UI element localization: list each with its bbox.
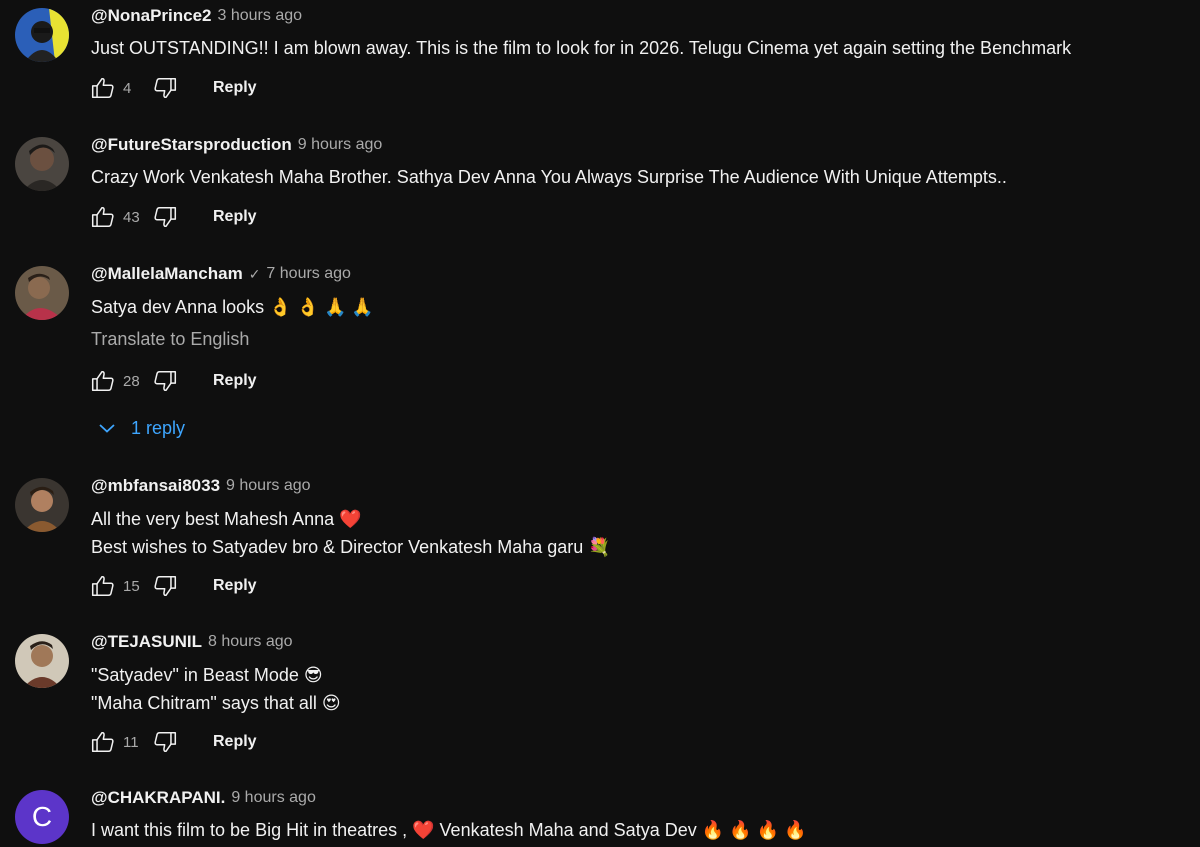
like-icon	[91, 370, 114, 391]
comment-time[interactable]: 9 hours ago	[226, 477, 311, 495]
author-name[interactable]: @NonaPrince2	[91, 6, 212, 26]
dislike-icon	[154, 207, 177, 228]
comment-header: @MallelaMancham ✓ 7 hours ago	[91, 262, 351, 286]
comment-time[interactable]: 3 hours ago	[218, 7, 303, 25]
comment-actions: 28 Reply	[89, 367, 257, 395]
like-button[interactable]	[89, 203, 117, 231]
author-name[interactable]: @CHAKRAPANI.	[91, 788, 225, 808]
comment-text: "Satyadev" in Beast Mode 😎 "Maha Chitram…	[91, 661, 341, 717]
comment-line: "Maha Chitram" says that all 😍	[91, 693, 341, 713]
reply-button[interactable]: Reply	[213, 733, 257, 751]
dislike-button[interactable]	[151, 572, 179, 600]
reply-button[interactable]: Reply	[213, 577, 257, 595]
comment-line: All the very best Mahesh Anna ❤️	[91, 509, 362, 529]
comment-text: I want this film to be Big Hit in theatr…	[91, 816, 806, 844]
comment-text: Crazy Work Venkatesh Maha Brother. Sathy…	[91, 163, 1007, 191]
comment-line: "Satyadev" in Beast Mode 😎	[91, 665, 323, 685]
comment-actions: 4 Reply	[89, 74, 257, 102]
comment-header: @TEJASUNIL 8 hours ago	[91, 630, 293, 654]
dislike-icon	[154, 78, 177, 99]
comment-item: @mbfansai8033 9 hours ago All the very b…	[0, 474, 1200, 609]
author-name[interactable]: @FutureStarsproduction	[91, 135, 292, 155]
comment-item: @NonaPrince2 3 hours ago Just OUTSTANDIN…	[0, 4, 1200, 114]
author-name[interactable]: @MallelaMancham	[91, 264, 243, 284]
reply-button[interactable]: Reply	[213, 208, 257, 226]
comment-item: @FutureStarsproduction 9 hours ago Crazy…	[0, 133, 1200, 243]
comment-text: Just OUTSTANDING!! I am blown away. This…	[91, 34, 1071, 62]
comment-time[interactable]: 7 hours ago	[266, 265, 351, 283]
comment-line: Crazy Work Venkatesh Maha Brother. Sathy…	[91, 167, 1007, 187]
comment-time[interactable]: 8 hours ago	[208, 633, 293, 651]
comment-line: I want this film to be Big Hit in theatr…	[91, 820, 807, 840]
comment-line: Just OUTSTANDING!! I am blown away. This…	[91, 38, 1072, 58]
avatar[interactable]	[15, 634, 69, 688]
comments-section: @NonaPrince2 3 hours ago Just OUTSTANDIN…	[0, 0, 1200, 847]
comment-time[interactable]: 9 hours ago	[231, 789, 316, 807]
comment-item: C @CHAKRAPANI. 9 hours ago I want this f…	[0, 786, 1200, 847]
author-name[interactable]: @TEJASUNIL	[91, 632, 202, 652]
comment-item: @MallelaMancham ✓ 7 hours ago Satya dev …	[0, 262, 1200, 452]
dislike-icon	[154, 576, 177, 597]
comment-time[interactable]: 9 hours ago	[298, 136, 383, 154]
like-button[interactable]	[89, 367, 117, 395]
view-replies-button[interactable]: 1 reply	[97, 414, 185, 442]
like-count: 15	[123, 577, 140, 595]
comment-line: Satya dev Anna looks 👌 👌 🙏 🙏	[91, 297, 374, 317]
comment-text: All the very best Mahesh Anna ❤️ Best wi…	[91, 505, 611, 561]
like-count: 4	[123, 79, 132, 97]
chevron-down-icon	[97, 418, 117, 438]
dislike-button[interactable]	[151, 203, 179, 231]
reply-button[interactable]: Reply	[213, 372, 257, 390]
dislike-button[interactable]	[151, 728, 179, 756]
comment-text: Satya dev Anna looks 👌 👌 🙏 🙏	[91, 293, 374, 321]
like-button[interactable]	[89, 728, 117, 756]
avatar[interactable]	[15, 8, 69, 62]
like-count: 28	[123, 372, 140, 390]
dislike-icon	[154, 732, 177, 753]
comment-actions: 11 Reply	[89, 728, 257, 756]
like-icon	[91, 575, 114, 596]
comment-item: @TEJASUNIL 8 hours ago "Satyadev" in Bea…	[0, 630, 1200, 765]
like-icon	[91, 77, 114, 98]
like-count: 11	[123, 733, 139, 751]
comment-actions: 43 Reply	[89, 203, 257, 231]
avatar[interactable]	[15, 137, 69, 191]
like-icon	[91, 731, 114, 752]
like-button[interactable]	[89, 572, 117, 600]
avatar[interactable]	[15, 266, 69, 320]
like-count: 43	[123, 208, 140, 226]
dislike-button[interactable]	[151, 367, 179, 395]
comment-actions: 15 Reply	[89, 572, 257, 600]
verified-check-icon: ✓	[248, 265, 261, 282]
like-button[interactable]	[89, 74, 117, 102]
avatar[interactable]	[15, 478, 69, 532]
avatar-letter: C	[31, 801, 53, 832]
reply-button[interactable]: Reply	[213, 79, 257, 97]
comment-header: @mbfansai8033 9 hours ago	[91, 474, 311, 498]
comment-header: @NonaPrince2 3 hours ago	[91, 4, 302, 28]
like-icon	[91, 206, 114, 227]
dislike-icon	[154, 371, 177, 392]
dislike-button[interactable]	[151, 74, 179, 102]
comment-line: Best wishes to Satyadev bro & Director V…	[91, 537, 611, 557]
comment-header: @FutureStarsproduction 9 hours ago	[91, 133, 382, 157]
author-name[interactable]: @mbfansai8033	[91, 476, 220, 496]
comment-header: @CHAKRAPANI. 9 hours ago	[91, 786, 316, 810]
avatar[interactable]: C	[15, 790, 69, 844]
replies-count: 1 reply	[131, 417, 186, 438]
translate-link[interactable]: Translate to English	[91, 329, 249, 350]
